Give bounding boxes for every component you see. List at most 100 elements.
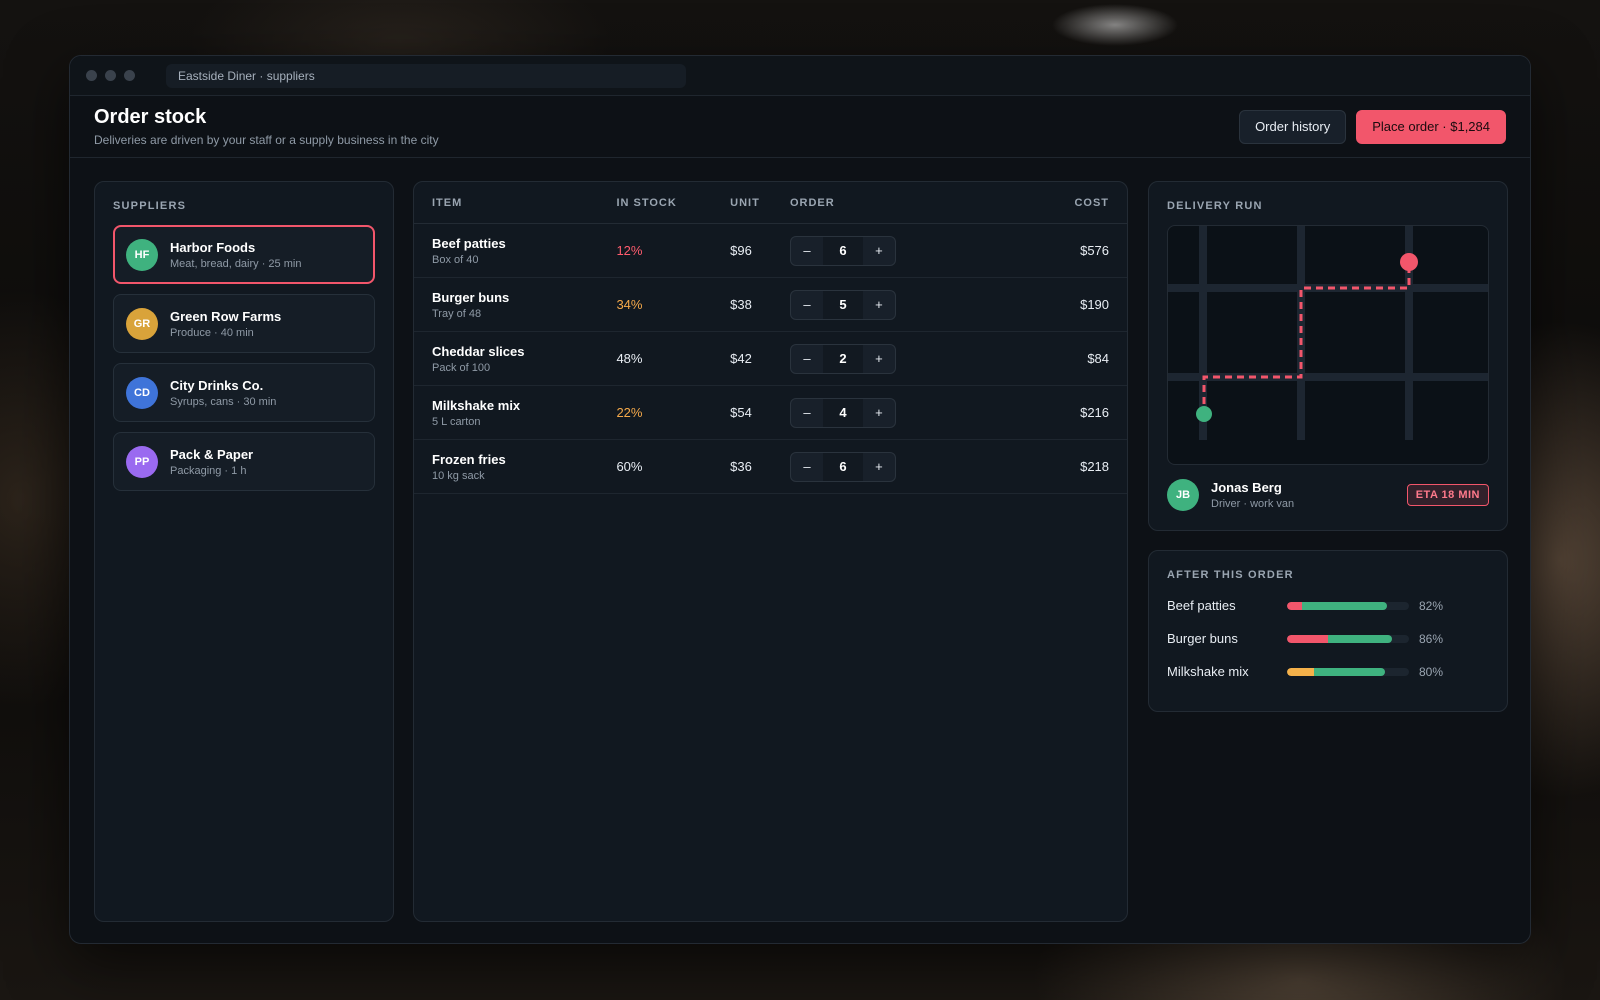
quantity-stepper: – 4 +: [789, 397, 896, 428]
start-marker: [1196, 406, 1212, 422]
delivery-map[interactable]: [1167, 225, 1489, 465]
supplier-meta: Produce · 40 min: [170, 326, 254, 339]
place-order-button[interactable]: Place order · $1,284: [1356, 109, 1506, 144]
avatar: PP: [126, 445, 158, 478]
quantity-value[interactable]: 6: [822, 236, 863, 265]
delivery-run-panel: DELIVERY RUN JB Jonas Berg Driver · work…: [1148, 181, 1508, 531]
supplier-name: City Drinks Co.: [170, 377, 264, 393]
supplier-name: Green Row Farms: [170, 308, 282, 324]
stock-projection-row: Burger buns 86%: [1167, 630, 1489, 647]
decrement-button[interactable]: –: [791, 351, 823, 366]
table-row: Cheddar slices Pack of 100 48% $42 – 2 +…: [414, 332, 1127, 386]
projection-item-name: Burger buns: [1167, 631, 1238, 646]
increment-button[interactable]: +: [863, 297, 895, 312]
stock-projection-row: Milkshake mix 80%: [1167, 663, 1489, 680]
item-name: Frozen fries: [432, 451, 506, 467]
item-pack-size: Pack of 100: [432, 361, 491, 374]
item-pack-size: 5 L carton: [432, 415, 481, 428]
item-pack-size: Box of 40: [432, 253, 479, 266]
item-in-stock: 48%: [616, 351, 643, 366]
stock-level-bar: [1287, 634, 1409, 643]
avatar: HF: [126, 238, 158, 271]
column-header-order: ORDER: [789, 196, 835, 209]
quantity-value[interactable]: 4: [822, 398, 863, 427]
supplier-list: HF Harbor Foods Meat, bread, dairy · 25 …: [113, 225, 375, 491]
order-history-button[interactable]: Order history: [1239, 109, 1347, 144]
quantity-stepper: – 2 +: [789, 343, 896, 374]
item-name: Beef patties: [432, 235, 506, 251]
projected-percent: 82%: [1419, 598, 1444, 613]
item-name: Burger buns: [432, 289, 510, 305]
avatar: GR: [126, 307, 158, 340]
after-order-label: AFTER THIS ORDER: [1167, 569, 1294, 581]
table-row: Beef patties Box of 40 12% $96 – 6 + $57…: [414, 224, 1127, 278]
decrement-button[interactable]: –: [791, 243, 823, 258]
supplier-name: Harbor Foods: [170, 239, 256, 255]
table-row: Frozen fries 10 kg sack 60% $36 – 6 + $2…: [414, 440, 1127, 494]
increment-button[interactable]: +: [863, 405, 895, 420]
current-stock-fill: [1287, 601, 1302, 610]
item-unit-price: $42: [730, 351, 752, 366]
stock-level-bar: [1287, 601, 1409, 610]
item-unit-price: $54: [730, 405, 752, 420]
driver-name: Jonas Berg: [1211, 480, 1282, 495]
quantity-value[interactable]: 5: [822, 290, 863, 319]
driver-avatar: JB: [1167, 479, 1199, 511]
route-map: [1168, 226, 1488, 440]
supplier-meta: Syrups, cans · 30 min: [170, 395, 277, 408]
stock-projection-row: Beef patties 82%: [1167, 597, 1489, 614]
suppliers-panel: SUPPLIERS HF Harbor Foods Meat, bread, d…: [94, 181, 394, 922]
after-order-panel: AFTER THIS ORDER Beef patties 82% Burger…: [1148, 550, 1508, 712]
table-row: Burger buns Tray of 48 34% $38 – 5 + $19…: [414, 278, 1127, 332]
current-stock-fill: [1287, 667, 1314, 676]
avatar: CD: [126, 376, 158, 409]
added-stock-fill: [1313, 667, 1385, 676]
supplier-card-pack-paper[interactable]: PP Pack & Paper Packaging · 1 h: [113, 432, 375, 491]
supplier-card-green-row-farms[interactable]: GR Green Row Farms Produce · 40 min: [113, 294, 375, 353]
quantity-value[interactable]: 2: [822, 344, 863, 373]
driver-info: JB Jonas Berg Driver · work van ETA 18 M…: [1167, 479, 1489, 511]
item-in-stock: 34%: [616, 297, 643, 312]
projection-item-name: Beef patties: [1167, 598, 1236, 613]
increment-button[interactable]: +: [863, 243, 895, 258]
item-name: Milkshake mix: [432, 397, 521, 413]
item-pack-size: 10 kg sack: [432, 469, 485, 482]
page-header: Order stock Deliveries are driven by you…: [70, 96, 1530, 158]
supplier-card-harbor-foods[interactable]: HF Harbor Foods Meat, bread, dairy · 25 …: [113, 225, 375, 284]
quantity-stepper: – 6 +: [789, 451, 896, 482]
window-close-dot[interactable]: [86, 70, 97, 81]
item-cost: $218: [1080, 459, 1110, 474]
order-items-table: ITEM IN STOCK UNIT ORDER COST Beef patti…: [413, 181, 1128, 922]
stock-level-bar: [1287, 667, 1409, 676]
added-stock-fill: [1328, 634, 1392, 643]
item-unit-price: $36: [730, 459, 752, 474]
table-row: Milkshake mix 5 L carton 22% $54 – 4 + $…: [414, 386, 1127, 440]
added-stock-fill: [1301, 601, 1388, 610]
window-minimize-dot[interactable]: [105, 70, 116, 81]
supplier-name: Pack & Paper: [170, 446, 254, 462]
table-header: ITEM IN STOCK UNIT ORDER COST: [414, 182, 1127, 224]
quantity-value[interactable]: 6: [822, 452, 863, 481]
item-in-stock: 22%: [616, 405, 643, 420]
decrement-button[interactable]: –: [791, 297, 823, 312]
eta-badge: ETA 18 MIN: [1406, 484, 1489, 506]
quantity-stepper: – 6 +: [789, 235, 896, 266]
column-header-item: ITEM: [432, 196, 463, 209]
item-cost: $576: [1080, 243, 1110, 258]
increment-button[interactable]: +: [863, 459, 895, 474]
window-maximize-dot[interactable]: [124, 70, 135, 81]
address-bar[interactable]: Eastside Diner · suppliers: [166, 63, 686, 88]
supplier-card-city-drinks[interactable]: CD City Drinks Co. Syrups, cans · 30 min: [113, 363, 375, 422]
decrement-button[interactable]: –: [791, 405, 823, 420]
decrement-button[interactable]: –: [791, 459, 823, 474]
projected-percent: 80%: [1419, 664, 1444, 679]
projection-item-name: Milkshake mix: [1167, 664, 1249, 679]
item-unit-price: $38: [730, 297, 752, 312]
projected-percent: 86%: [1419, 631, 1444, 646]
column-header-cost: COST: [1074, 196, 1110, 209]
column-header-in-stock: IN STOCK: [616, 196, 677, 209]
suppliers-label: SUPPLIERS: [113, 200, 187, 212]
item-pack-size: Tray of 48: [432, 307, 482, 320]
quantity-stepper: – 5 +: [789, 289, 896, 320]
increment-button[interactable]: +: [863, 351, 895, 366]
